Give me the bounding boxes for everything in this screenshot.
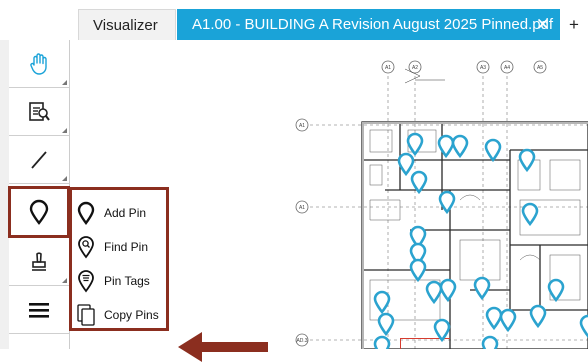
gridline-label: A1 — [385, 65, 391, 71]
plan-pin-marker[interactable] — [409, 258, 427, 283]
copy-pins-label: Copy Pins — [104, 308, 159, 322]
hamburger-icon — [29, 302, 49, 318]
tab-active-file-label: A1.00 - BUILDING A Revision August 2025 … — [192, 16, 554, 33]
pin-tags-icon — [78, 270, 94, 293]
plan-pin-marker[interactable] — [433, 318, 451, 343]
tab-visualizer-label: Visualizer — [93, 16, 158, 34]
plan-pin-marker[interactable] — [484, 138, 502, 163]
plus-icon: + — [569, 14, 579, 34]
plan-pin-marker[interactable] — [425, 280, 443, 305]
plan-pin-marker[interactable] — [397, 152, 415, 177]
gridline-label: A3 — [480, 65, 486, 71]
plan-pin-marker[interactable] — [439, 278, 457, 303]
plan-pin-marker[interactable] — [485, 306, 503, 331]
pin-tool-button[interactable] — [8, 186, 70, 238]
copy-icon — [77, 304, 95, 326]
plan-pin-marker[interactable] — [579, 314, 588, 339]
find-pin-menu-item[interactable]: Find Pin — [72, 230, 166, 264]
gridline-label: A5 — [537, 65, 543, 71]
gridline-label: AD.3 — [296, 338, 307, 344]
plan-pin-marker[interactable] — [518, 148, 536, 173]
map-pin-icon — [77, 201, 95, 225]
line-tool-button[interactable] — [9, 136, 69, 184]
left-gutter — [0, 0, 9, 349]
plan-pin-marker[interactable] — [481, 335, 499, 349]
plan-pin-marker[interactable] — [473, 276, 491, 301]
gridline-label: A1 — [299, 123, 305, 129]
inspect-tool-button[interactable] — [9, 88, 69, 136]
add-pin-label: Add Pin — [104, 206, 147, 220]
gridline-label: A4 — [504, 65, 510, 71]
pointer-arrow-icon — [178, 332, 268, 362]
hand-icon — [30, 52, 47, 75]
close-tab-icon[interactable]: ✕ — [536, 15, 550, 35]
tab-visualizer[interactable]: Visualizer — [78, 9, 176, 40]
plan-pin-marker[interactable] — [521, 202, 539, 227]
gridline-label: A2 — [412, 65, 418, 71]
plan-pin-marker[interactable] — [373, 290, 391, 315]
plan-pin-marker[interactable] — [437, 134, 455, 159]
find-pin-label: Find Pin — [104, 240, 149, 254]
stamp-icon — [32, 251, 46, 271]
plan-pin-marker[interactable] — [451, 134, 469, 159]
add-pin-menu-item[interactable]: Add Pin — [72, 196, 166, 230]
plan-pin-marker[interactable] — [406, 132, 424, 157]
plan-pin-marker[interactable] — [547, 278, 565, 303]
plan-pin-marker[interactable] — [377, 312, 395, 337]
tool-sidebar — [8, 40, 70, 349]
pan-tool-button[interactable] — [9, 40, 69, 88]
stamp-tool-button[interactable] — [9, 238, 69, 286]
pin-tags-menu-item[interactable]: Pin Tags — [72, 264, 166, 298]
document-search-icon — [29, 101, 50, 121]
plan-pin-marker[interactable] — [529, 304, 547, 329]
gridline-label: A1 — [299, 205, 305, 211]
plan-pin-marker[interactable] — [410, 170, 428, 195]
tab-bar: Visualizer A1.00 - BUILDING A Revision A… — [0, 0, 588, 40]
line-icon — [31, 150, 47, 169]
add-tab-button[interactable]: + — [560, 9, 588, 40]
copy-pins-menu-item[interactable]: Copy Pins — [72, 298, 166, 332]
pin-menu-popup: Add Pin Find Pin Pin Tags Copy Pins — [69, 187, 169, 331]
plan-pin-marker[interactable] — [373, 335, 391, 349]
menu-tool-button[interactable] — [9, 286, 69, 334]
tab-active-file[interactable]: A1.00 - BUILDING A Revision August 2025 … — [177, 9, 560, 40]
pin-tags-label: Pin Tags — [104, 274, 150, 288]
plan-pin-marker[interactable] — [499, 308, 517, 333]
pin-search-icon — [78, 236, 94, 259]
map-pin-icon — [29, 199, 49, 225]
